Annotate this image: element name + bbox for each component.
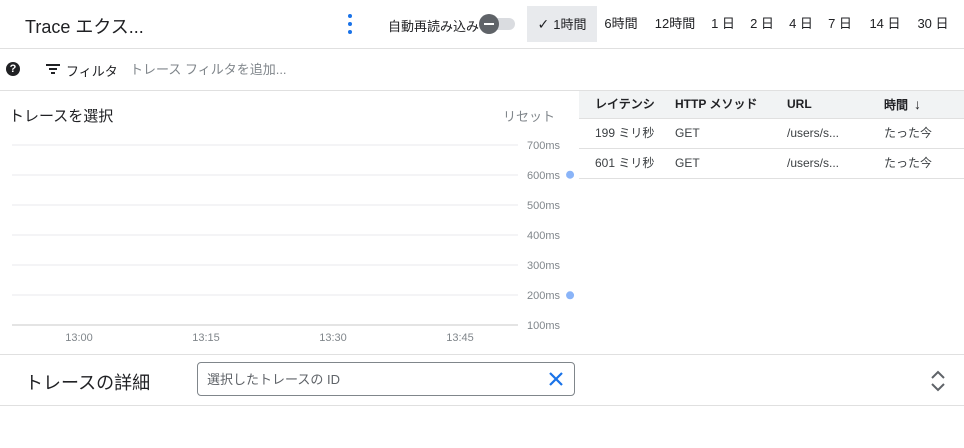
range-button-2d[interactable]: 2 日: [746, 6, 778, 42]
table-row[interactable]: 199 ミリ秒 GET /users/s... たった今: [579, 119, 964, 149]
range-button-14d[interactable]: 14 日: [865, 6, 905, 42]
help-icon[interactable]: ?: [6, 62, 20, 76]
range-button-4d[interactable]: 4 日: [785, 6, 817, 42]
filter-icon: [46, 64, 60, 74]
reset-button[interactable]: リセット: [503, 106, 555, 125]
x-tick-label: 13:45: [446, 332, 474, 344]
column-header-url[interactable]: URL: [787, 91, 812, 117]
close-icon[interactable]: [548, 371, 564, 387]
chart-title: トレースを選択: [9, 108, 114, 125]
latency-cell: 199 ミリ秒: [595, 126, 655, 140]
y-tick-label: 400ms: [527, 230, 561, 242]
trace-id-input[interactable]: [207, 370, 537, 388]
trace-point[interactable]: [566, 170, 575, 179]
y-tick-label: 200ms: [527, 290, 561, 302]
table-row[interactable]: 601 ミリ秒 GET /users/s... たった今: [579, 149, 964, 179]
column-header-method[interactable]: HTTP メソッド: [675, 91, 757, 117]
page-title: Trace エクス...: [25, 17, 144, 37]
latency-cell: 601 ミリ秒: [595, 156, 655, 170]
y-tick-label: 700ms: [527, 140, 561, 152]
url-cell: /users/s...: [787, 126, 840, 140]
auto-reload-label: 自動再読み込み: [388, 19, 480, 34]
more-options-icon[interactable]: [343, 14, 357, 34]
y-tick-label: 500ms: [527, 200, 561, 212]
filter-label: フィルタ: [66, 64, 118, 79]
trace-filter-input[interactable]: [130, 57, 910, 81]
range-button-1d[interactable]: 1 日: [707, 6, 739, 42]
y-tick-label: 300ms: [527, 260, 561, 272]
sort-down-arrow-icon: ↓: [914, 96, 922, 112]
range-button-6h[interactable]: 6時間: [600, 6, 642, 42]
time-cell: たった今: [884, 156, 933, 170]
range-button-30d[interactable]: 30 日: [913, 6, 953, 42]
range-button-7d[interactable]: 7 日: [824, 6, 856, 42]
url-cell: /users/s...: [787, 156, 840, 170]
range-button-1h[interactable]: ✓ 1時間: [527, 6, 597, 42]
table-header: レイテンシ HTTP メソッド URL 時間 ↓: [579, 91, 964, 119]
trace-table: レイテンシ HTTP メソッド URL 時間 ↓ 199 ミリ秒 GET /use…: [579, 91, 964, 179]
y-tick-label: 100ms: [527, 320, 561, 332]
method-cell: GET: [675, 156, 700, 170]
y-tick-label: 600ms: [527, 170, 561, 182]
range-button-12h[interactable]: 12時間: [651, 6, 699, 42]
details-title: トレースの詳細: [25, 373, 151, 393]
expand-collapse-icon[interactable]: [930, 370, 946, 392]
time-cell: たった今: [884, 126, 933, 140]
x-tick-label: 13:15: [192, 332, 220, 344]
x-tick-label: 13:00: [65, 332, 93, 344]
column-header-time[interactable]: 時間 ↓: [884, 91, 921, 118]
column-header-latency[interactable]: レイテンシ: [595, 91, 655, 117]
trace-id-field: [197, 362, 575, 396]
trace-point[interactable]: [566, 291, 575, 300]
method-cell: GET: [675, 126, 700, 140]
check-icon: ✓: [537, 16, 550, 32]
toggle-off-icon: [479, 14, 499, 34]
auto-reload-toggle[interactable]: [479, 14, 515, 34]
x-tick-label: 13:30: [319, 332, 347, 344]
latency-scatter-chart[interactable]: 100ms 200ms 300ms 400ms 500ms 600ms 700ms 13:00…: [0, 130, 575, 350]
